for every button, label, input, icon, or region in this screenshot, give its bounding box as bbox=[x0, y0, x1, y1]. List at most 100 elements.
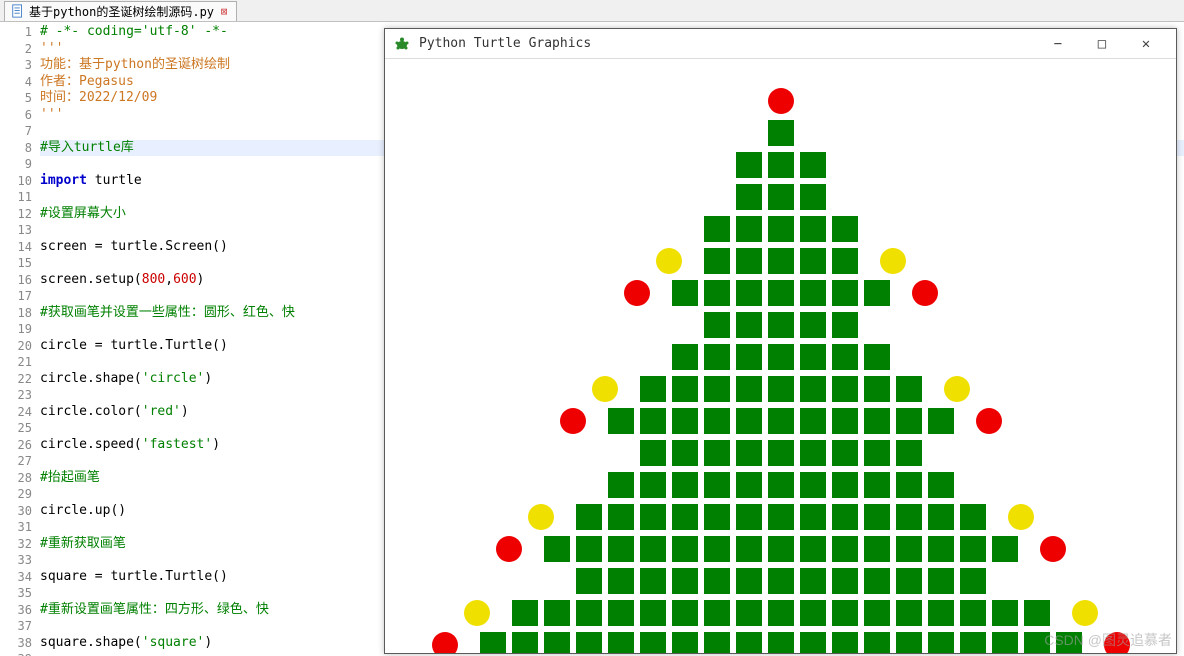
tree-square bbox=[768, 504, 794, 530]
tree-square bbox=[640, 600, 666, 626]
line-number: 28 bbox=[0, 470, 32, 487]
tree-square bbox=[768, 472, 794, 498]
tree-square bbox=[800, 536, 826, 562]
tree-square bbox=[544, 632, 570, 653]
turtle-app-icon bbox=[393, 35, 411, 53]
tree-square bbox=[608, 472, 634, 498]
tree-square bbox=[736, 440, 762, 466]
tree-square bbox=[672, 568, 698, 594]
ornament-ball bbox=[624, 280, 650, 306]
tree-square bbox=[704, 280, 730, 306]
tree-square bbox=[672, 536, 698, 562]
tree-square bbox=[608, 504, 634, 530]
tree-square bbox=[800, 568, 826, 594]
tree-square bbox=[896, 440, 922, 466]
tree-square bbox=[672, 408, 698, 434]
tree-square bbox=[832, 632, 858, 653]
ornament-ball bbox=[560, 408, 586, 434]
close-button[interactable]: ✕ bbox=[1124, 30, 1168, 58]
tree-square bbox=[1024, 632, 1050, 653]
line-number: 1 bbox=[0, 24, 32, 41]
tree-square bbox=[832, 472, 858, 498]
tree-square bbox=[736, 632, 762, 653]
tree-square bbox=[832, 568, 858, 594]
line-number: 30 bbox=[0, 503, 32, 520]
close-tab-icon[interactable]: ⊠ bbox=[218, 5, 230, 17]
tree-square bbox=[832, 280, 858, 306]
line-number: 21 bbox=[0, 354, 32, 371]
maximize-button[interactable]: □ bbox=[1080, 30, 1124, 58]
line-number: 7 bbox=[0, 123, 32, 140]
line-number: 16 bbox=[0, 272, 32, 289]
tree-square bbox=[832, 216, 858, 242]
tree-square bbox=[800, 600, 826, 626]
tree-square bbox=[704, 344, 730, 370]
line-number: 17 bbox=[0, 288, 32, 305]
tree-square bbox=[640, 504, 666, 530]
tree-square bbox=[768, 216, 794, 242]
line-number: 22 bbox=[0, 371, 32, 388]
line-number: 37 bbox=[0, 618, 32, 635]
tree-square bbox=[736, 152, 762, 178]
ornament-ball bbox=[592, 376, 618, 402]
line-number: 19 bbox=[0, 321, 32, 338]
file-tab[interactable]: 基于python的圣诞树绘制源码.py ⊠ bbox=[4, 1, 237, 21]
tree-square bbox=[832, 536, 858, 562]
tree-square bbox=[800, 280, 826, 306]
tree-square bbox=[832, 248, 858, 274]
line-number: 13 bbox=[0, 222, 32, 239]
tree-square bbox=[928, 536, 954, 562]
tree-square bbox=[864, 376, 890, 402]
ornament-ball bbox=[1104, 632, 1130, 653]
tree-square bbox=[768, 312, 794, 338]
tab-bar: 基于python的圣诞树绘制源码.py ⊠ bbox=[0, 0, 1184, 22]
tree-square bbox=[864, 600, 890, 626]
tree-square bbox=[768, 248, 794, 274]
tree-square bbox=[928, 408, 954, 434]
tree-square bbox=[672, 600, 698, 626]
tree-square bbox=[832, 600, 858, 626]
ornament-ball bbox=[528, 504, 554, 530]
line-number: 14 bbox=[0, 239, 32, 256]
tree-square bbox=[672, 632, 698, 653]
tree-square bbox=[704, 568, 730, 594]
tree-square bbox=[896, 472, 922, 498]
tree-square bbox=[704, 600, 730, 626]
tree-square bbox=[896, 376, 922, 402]
tree-square bbox=[704, 536, 730, 562]
line-number: 24 bbox=[0, 404, 32, 421]
tree-square bbox=[768, 408, 794, 434]
tree-square bbox=[672, 376, 698, 402]
line-number: 6 bbox=[0, 107, 32, 124]
turtle-canvas bbox=[385, 59, 1176, 653]
line-number: 26 bbox=[0, 437, 32, 454]
line-number: 29 bbox=[0, 486, 32, 503]
tree-square bbox=[864, 280, 890, 306]
line-number: 31 bbox=[0, 519, 32, 536]
tree-square bbox=[640, 440, 666, 466]
tree-square bbox=[768, 632, 794, 653]
tree-square bbox=[864, 632, 890, 653]
tree-square bbox=[992, 632, 1018, 653]
minimize-button[interactable]: − bbox=[1036, 30, 1080, 58]
tree-square bbox=[928, 504, 954, 530]
line-number: 33 bbox=[0, 552, 32, 569]
ornament-ball bbox=[496, 536, 522, 562]
tree-square bbox=[704, 408, 730, 434]
line-number: 32 bbox=[0, 536, 32, 553]
tree-square bbox=[896, 536, 922, 562]
tree-square bbox=[992, 536, 1018, 562]
title-bar[interactable]: Python Turtle Graphics − □ ✕ bbox=[385, 29, 1176, 59]
tree-square bbox=[832, 440, 858, 466]
tree-square bbox=[576, 504, 602, 530]
line-number: 36 bbox=[0, 602, 32, 619]
tree-square bbox=[832, 408, 858, 434]
tree-square bbox=[736, 344, 762, 370]
tree-square bbox=[704, 312, 730, 338]
turtle-window: Python Turtle Graphics − □ ✕ bbox=[384, 28, 1177, 654]
tree-square bbox=[928, 600, 954, 626]
tree-square bbox=[768, 120, 794, 146]
tree-square bbox=[672, 280, 698, 306]
tree-square bbox=[640, 568, 666, 594]
ornament-ball bbox=[1008, 504, 1034, 530]
